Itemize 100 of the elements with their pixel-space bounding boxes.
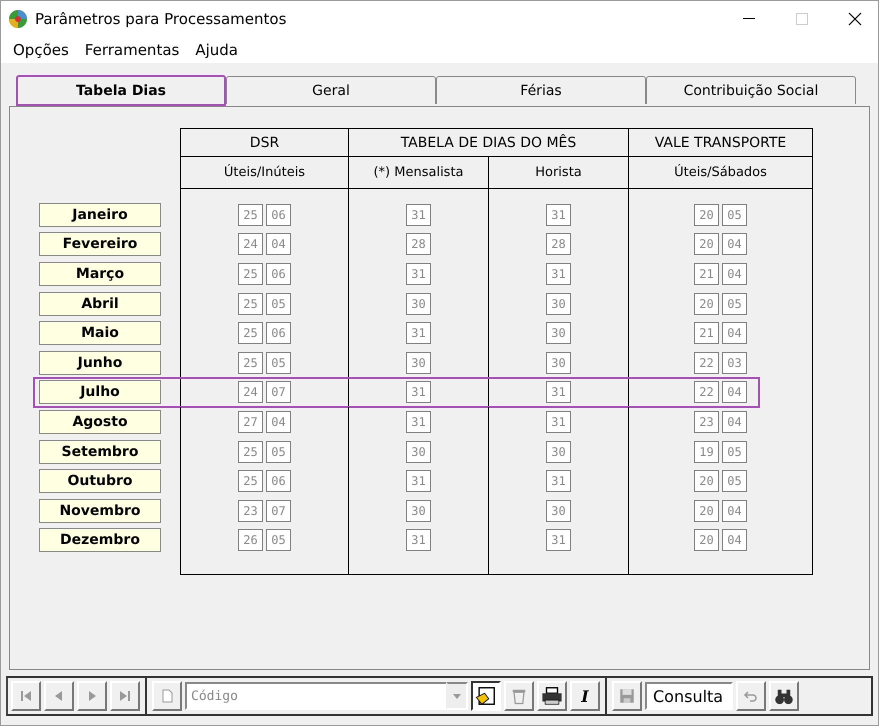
code-field[interactable]: Código <box>185 682 446 710</box>
menu-item[interactable]: Ajuda <box>187 40 246 58</box>
month-label[interactable]: Março <box>39 262 161 286</box>
month-label[interactable]: Fevereiro <box>39 232 161 256</box>
day-field[interactable]: 27 <box>238 410 263 433</box>
day-field[interactable]: 05 <box>266 292 291 315</box>
day-field[interactable]: 31 <box>406 529 431 552</box>
tab[interactable]: Contribuição Social <box>646 76 856 104</box>
edit-document-icon <box>475 685 497 707</box>
day-field[interactable]: 25 <box>238 292 263 315</box>
day-field[interactable]: 31 <box>406 204 431 226</box>
day-field[interactable]: 24 <box>238 381 263 404</box>
day-field[interactable]: 24 <box>238 233 263 256</box>
day-field[interactable]: 06 <box>266 204 291 226</box>
day-field[interactable]: 30 <box>406 440 431 463</box>
day-field[interactable]: 04 <box>722 381 747 404</box>
tab[interactable]: Tabela Dias <box>16 75 226 106</box>
day-field[interactable]: 25 <box>238 204 263 226</box>
day-field[interactable]: 23 <box>694 410 719 433</box>
day-field[interactable]: 31 <box>406 410 431 433</box>
day-field[interactable]: 06 <box>266 322 291 344</box>
day-field[interactable]: 19 <box>694 440 719 463</box>
day-field[interactable]: 25 <box>238 470 263 492</box>
day-field[interactable]: 20 <box>694 292 719 315</box>
edit-button[interactable] <box>471 681 501 711</box>
month-label[interactable]: Setembro <box>39 440 161 464</box>
month-label[interactable]: Janeiro <box>39 202 161 227</box>
day-field[interactable]: 30 <box>546 500 571 522</box>
day-field[interactable]: 05 <box>722 292 747 315</box>
day-field[interactable]: 30 <box>546 440 571 463</box>
day-field[interactable]: 04 <box>722 529 747 552</box>
menu-item[interactable]: Ferramentas <box>76 40 188 58</box>
day-field[interactable]: 28 <box>546 233 571 256</box>
day-field[interactable]: 05 <box>266 352 291 374</box>
day-field[interactable]: 31 <box>406 470 431 492</box>
day-field[interactable]: 04 <box>266 233 291 256</box>
day-field[interactable]: 22 <box>694 381 719 404</box>
day-field[interactable]: 05 <box>722 204 747 226</box>
month-label[interactable]: Dezembro <box>39 528 161 552</box>
day-field[interactable]: 31 <box>546 204 571 226</box>
day-field[interactable]: 04 <box>722 500 747 522</box>
day-field[interactable]: 04 <box>722 410 747 433</box>
month-label[interactable]: Abril <box>39 292 161 316</box>
day-field[interactable]: 30 <box>546 292 571 315</box>
day-field[interactable]: 03 <box>722 352 747 374</box>
day-field[interactable]: 31 <box>546 529 571 552</box>
day-field[interactable]: 25 <box>238 322 263 344</box>
day-field[interactable]: 05 <box>266 529 291 552</box>
day-field[interactable]: 31 <box>546 470 571 492</box>
day-field[interactable]: 20 <box>694 204 719 226</box>
day-field[interactable]: 31 <box>546 381 571 404</box>
day-field[interactable]: 30 <box>546 352 571 374</box>
month-label[interactable]: Agosto <box>39 410 161 434</box>
month-label[interactable]: Junho <box>39 350 161 375</box>
day-field[interactable]: 06 <box>266 470 291 492</box>
day-field[interactable]: 31 <box>546 262 571 285</box>
day-field[interactable]: 21 <box>694 322 719 344</box>
menu-item[interactable]: Opções <box>5 40 77 58</box>
day-field[interactable]: 04 <box>722 233 747 256</box>
day-field[interactable]: 05 <box>722 470 747 492</box>
day-field[interactable]: 04 <box>266 410 291 433</box>
day-field[interactable]: 20 <box>694 233 719 256</box>
day-field[interactable]: 25 <box>238 352 263 374</box>
day-field[interactable]: 30 <box>406 352 431 374</box>
day-field[interactable]: 06 <box>266 262 291 285</box>
day-field[interactable]: 31 <box>406 381 431 404</box>
day-field[interactable]: 07 <box>266 500 291 522</box>
month-label[interactable]: Julho <box>39 380 161 404</box>
month-label[interactable]: Maio <box>39 321 161 346</box>
day-field[interactable]: 07 <box>266 381 291 404</box>
day-field[interactable]: 20 <box>694 529 719 552</box>
day-field[interactable]: 26 <box>238 529 263 552</box>
day-field[interactable]: 25 <box>238 262 263 285</box>
day-field[interactable]: 30 <box>546 322 571 344</box>
day-field[interactable]: 22 <box>694 352 719 374</box>
day-field[interactable]: 31 <box>406 322 431 344</box>
day-field[interactable]: 21 <box>694 262 719 285</box>
day-field[interactable]: 30 <box>406 500 431 522</box>
day-field[interactable]: 31 <box>546 410 571 433</box>
month-label[interactable]: Novembro <box>39 498 161 523</box>
tab[interactable]: Férias <box>436 76 646 104</box>
day-field[interactable]: 20 <box>694 470 719 492</box>
day-field[interactable]: 04 <box>722 262 747 285</box>
day-field[interactable]: 31 <box>406 262 431 285</box>
italic-button[interactable]: I <box>570 681 600 711</box>
day-field[interactable]: 04 <box>722 322 747 344</box>
tab[interactable]: Geral <box>226 76 436 104</box>
mode-field[interactable]: Consulta <box>645 682 733 710</box>
month-label[interactable]: Outubro <box>39 469 161 494</box>
day-field[interactable]: 28 <box>406 233 431 256</box>
minimize-icon <box>743 18 755 19</box>
find-button[interactable] <box>769 681 799 711</box>
caret-icon <box>453 694 461 698</box>
day-field[interactable]: 05 <box>722 440 747 463</box>
day-field[interactable]: 05 <box>266 440 291 463</box>
day-field[interactable]: 25 <box>238 440 263 463</box>
day-field[interactable]: 30 <box>406 292 431 315</box>
day-field[interactable]: 20 <box>694 500 719 522</box>
day-field[interactable]: 23 <box>238 500 263 522</box>
print-button[interactable] <box>537 681 567 711</box>
